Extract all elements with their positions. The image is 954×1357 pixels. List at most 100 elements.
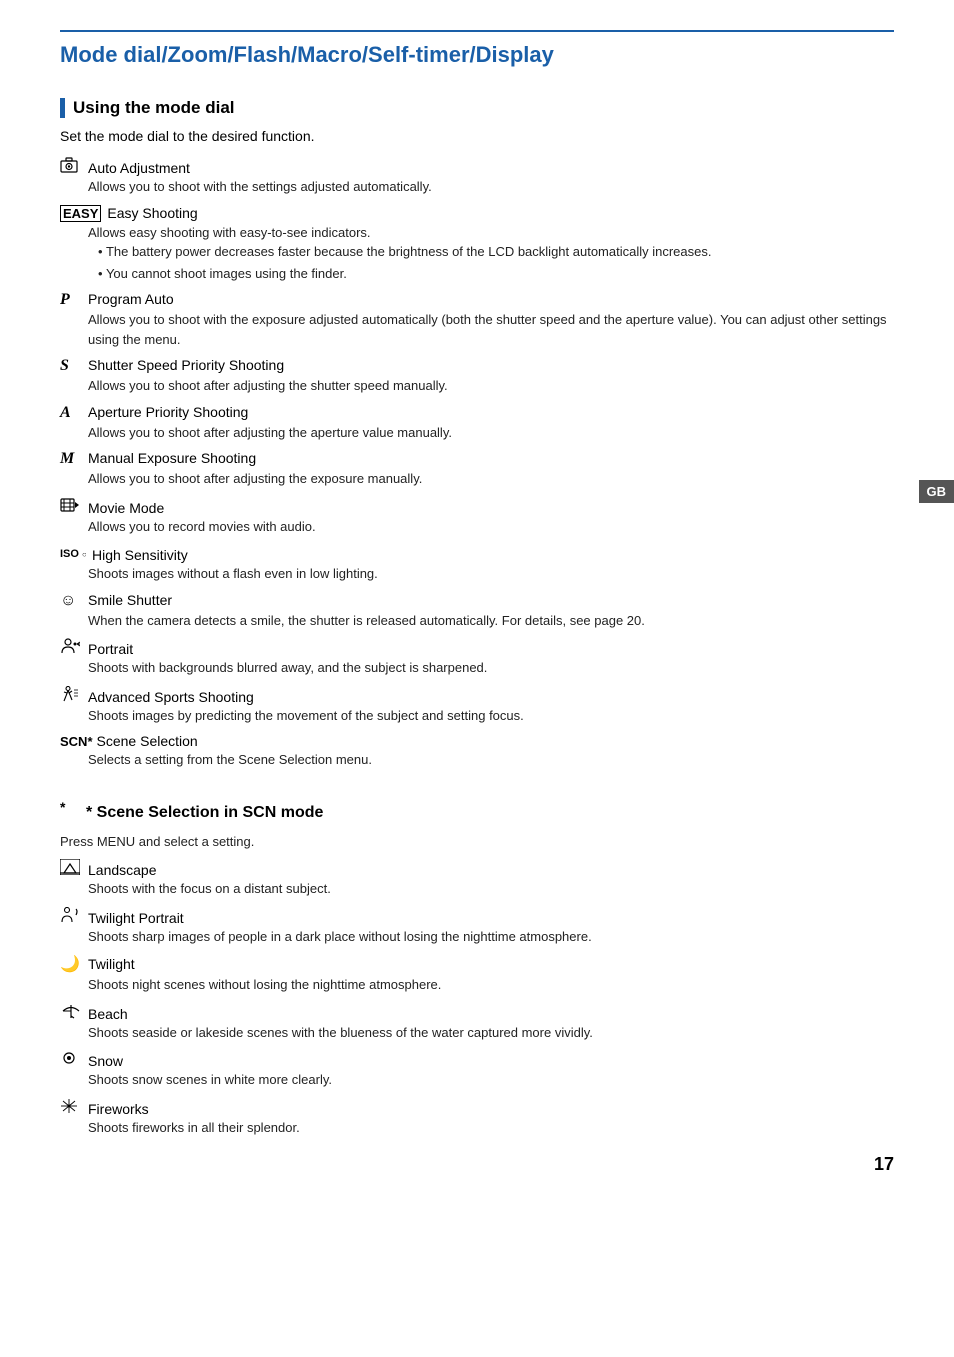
iso-name: High Sensitivity [92, 547, 188, 563]
mode-label-twilight: 🌙 Twilight [60, 954, 894, 974]
scn-star-icon: * [60, 799, 82, 815]
page-title: Mode dial/Zoom/Flash/Macro/Self-timer/Di… [60, 42, 894, 68]
mode-label-auto: Auto Adjustment [60, 157, 894, 176]
section-bar [60, 98, 65, 118]
aperture-icon: A [60, 404, 82, 422]
mode-label-shutter: S Shutter Speed Priority Shooting [60, 357, 894, 375]
mode-label-iso: ISO ○ High Sensitivity [60, 544, 894, 563]
movie-desc: Allows you to record movies with audio. [88, 517, 894, 537]
twilight-name: Twilight [88, 956, 135, 972]
manual-name: Manual Exposure Shooting [88, 450, 256, 466]
twilight-desc: Shoots night scenes without losing the n… [88, 975, 894, 995]
mode-item-movie: Movie Mode Allows you to record movies w… [60, 497, 894, 537]
mode-item-aperture: A Aperture Priority Shooting Allows you … [60, 404, 894, 443]
aperture-desc: Allows you to shoot after adjusting the … [88, 423, 894, 443]
twilight-portrait-name: Twilight Portrait [88, 910, 184, 926]
beach-desc: Shoots seaside or lakeside scenes with t… [88, 1023, 894, 1043]
mode-label-manual: M Manual Exposure Shooting [60, 450, 894, 468]
snow-name: Snow [88, 1053, 123, 1069]
mode-label-program: P Program Auto [60, 291, 894, 309]
smile-desc: When the camera detects a smile, the shu… [88, 611, 894, 631]
portrait-icon [60, 638, 82, 654]
auto-name: Auto Adjustment [88, 160, 190, 176]
easy-bullet-2: You cannot shoot images using the finder… [98, 264, 894, 284]
easy-desc: Allows easy shooting with easy-to-see in… [88, 223, 894, 284]
mode-label-portrait: Portrait [60, 638, 894, 657]
portrait-name: Portrait [88, 641, 133, 657]
mode-item-easy: EASY Easy Shooting Allows easy shooting … [60, 205, 894, 284]
section-header-mode-dial: Using the mode dial [60, 98, 894, 118]
sports-icon [60, 686, 82, 702]
snow-desc: Shoots snow scenes in white more clearly… [88, 1070, 894, 1090]
mode-item-smile: ☺ Smile Shutter When the camera detects … [60, 592, 894, 631]
shutter-desc: Allows you to shoot after adjusting the … [88, 376, 894, 396]
iso-icon: ISO ○ [60, 544, 86, 560]
easy-name: Easy Shooting [107, 205, 197, 221]
snow-icon [60, 1050, 82, 1066]
mode-item-manual: M Manual Exposure Shooting Allows you to… [60, 450, 894, 489]
page-container: Mode dial/Zoom/Flash/Macro/Self-timer/Di… [0, 0, 954, 1205]
scn-subsection-title: * Scene Selection in SCN mode [86, 804, 323, 822]
gb-tab: GB [919, 480, 954, 503]
mode-item-landscape: Landscape Shoots with the focus on a dis… [60, 859, 894, 899]
iso-desc: Shoots images without a flash even in lo… [88, 564, 894, 584]
mode-item-program: P Program Auto Allows you to shoot with … [60, 291, 894, 349]
mode-dial-intro: Set the mode dial to the desired functio… [60, 126, 894, 147]
scn-intro: Press MENU and select a setting. [60, 832, 894, 852]
mode-label-landscape: Landscape [60, 859, 894, 878]
mode-item-beach: Beach Shoots seaside or lakeside scenes … [60, 1003, 894, 1043]
easy-bullet-1: The battery power decreases faster becau… [98, 242, 894, 262]
sports-name: Advanced Sports Shooting [88, 689, 254, 705]
beach-icon [60, 1003, 82, 1019]
mode-label-aperture: A Aperture Priority Shooting [60, 404, 894, 422]
movie-icon [60, 497, 82, 513]
mode-label-twilight-portrait: Twilight Portrait [60, 907, 894, 926]
mode-item-iso: ISO ○ High Sensitivity Shoots images wit… [60, 544, 894, 584]
mode-label-easy: EASY Easy Shooting [60, 205, 894, 222]
auto-icon [60, 157, 82, 173]
mode-label-smile: ☺ Smile Shutter [60, 592, 894, 610]
twilight-portrait-icon [60, 907, 82, 923]
smile-icon: ☺ [60, 592, 82, 610]
mode-item-twilight-portrait: Twilight Portrait Shoots sharp images of… [60, 907, 894, 947]
shutter-name: Shutter Speed Priority Shooting [88, 357, 284, 373]
top-border [60, 30, 894, 32]
fireworks-icon [60, 1098, 82, 1114]
mode-item-auto: Auto Adjustment Allows you to shoot with… [60, 157, 894, 197]
smile-name: Smile Shutter [88, 592, 172, 608]
fireworks-name: Fireworks [88, 1101, 149, 1117]
program-desc: Allows you to shoot with the exposure ad… [88, 310, 894, 349]
mode-item-twilight: 🌙 Twilight Shoots night scenes without l… [60, 954, 894, 995]
aperture-name: Aperture Priority Shooting [88, 404, 248, 420]
program-icon: P [60, 291, 82, 309]
twilight-portrait-desc: Shoots sharp images of people in a dark … [88, 927, 894, 947]
landscape-desc: Shoots with the focus on a distant subje… [88, 879, 894, 899]
page-number: 17 [874, 1154, 894, 1175]
mode-label-scn: SCN* Scene Selection [60, 733, 894, 749]
mode-label-sports: Advanced Sports Shooting [60, 686, 894, 705]
landscape-icon [60, 859, 82, 875]
auto-desc: Allows you to shoot with the settings ad… [88, 177, 894, 197]
mode-item-snow: Snow Shoots snow scenes in white more cl… [60, 1050, 894, 1090]
scn-desc: Selects a setting from the Scene Selecti… [88, 750, 894, 770]
mode-label-fireworks: Fireworks [60, 1098, 894, 1117]
portrait-desc: Shoots with backgrounds blurred away, an… [88, 658, 894, 678]
manual-icon: M [60, 450, 82, 468]
program-name: Program Auto [88, 291, 174, 307]
scn-icon: SCN* [60, 734, 93, 749]
sports-desc: Shoots images by predicting the movement… [88, 706, 894, 726]
mode-item-portrait: Portrait Shoots with backgrounds blurred… [60, 638, 894, 678]
twilight-icon: 🌙 [60, 954, 82, 974]
mode-item-scn: SCN* Scene Selection Selects a setting f… [60, 733, 894, 770]
landscape-name: Landscape [88, 862, 157, 878]
beach-name: Beach [88, 1006, 128, 1022]
mode-label-snow: Snow [60, 1050, 894, 1069]
svg-text:ISO: ISO [60, 548, 79, 560]
manual-desc: Allows you to shoot after adjusting the … [88, 469, 894, 489]
mode-label-beach: Beach [60, 1003, 894, 1022]
scn-name: Scene Selection [97, 733, 198, 749]
scn-subsection-header: * * Scene Selection in SCN mode [60, 786, 894, 828]
svg-text:○: ○ [82, 550, 86, 559]
mode-item-sports: Advanced Sports Shooting Shoots images b… [60, 686, 894, 726]
movie-name: Movie Mode [88, 500, 164, 516]
